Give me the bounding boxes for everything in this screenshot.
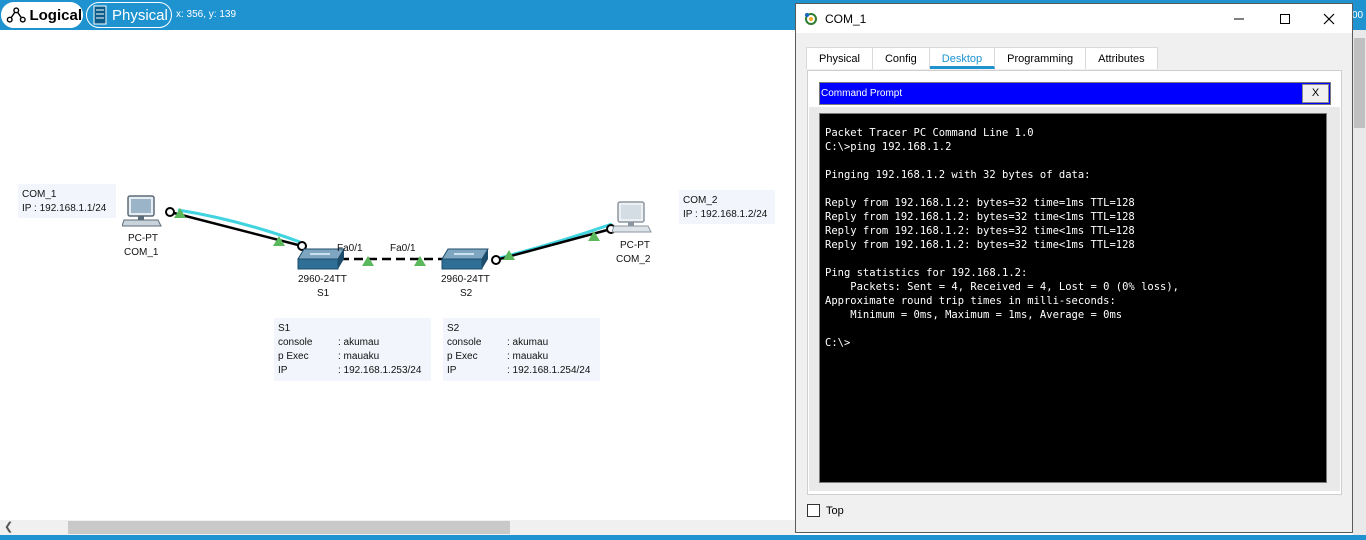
pc-icon <box>121 195 162 227</box>
s1-type-label: 2960-24TT <box>298 274 347 285</box>
maximize-button[interactable] <box>1262 4 1308 33</box>
console-frame: Packet Tracer PC Command Line 1.0 C:\>pi… <box>809 107 1340 491</box>
note-key: p Exec <box>278 350 309 362</box>
note-value: : akumau <box>338 336 380 348</box>
pc1-type-label: PC-PT <box>128 233 158 244</box>
note-key: IP <box>278 364 288 376</box>
note-s2[interactable]: S2 console : akumau p Exec : mauaku IP : 19… <box>443 318 600 381</box>
top-checkbox-label: Top <box>826 504 844 517</box>
rack-icon <box>93 5 107 25</box>
command-prompt-title: Command Prompt <box>821 88 903 99</box>
note-ip: IP : 192.168.1.2/24 <box>683 208 768 220</box>
pc1-name-label: COM_1 <box>124 247 159 258</box>
note-title: COM_1 <box>22 188 57 200</box>
pc2-device[interactable] <box>611 200 652 241</box>
packet-tracer-icon <box>805 13 817 25</box>
scrollbar-thumb[interactable] <box>1354 38 1365 128</box>
switch-s2-device[interactable] <box>440 245 490 276</box>
s2-port-label: Fa0/1 <box>390 243 416 254</box>
physical-view-button[interactable]: Physical <box>86 2 172 28</box>
logical-topology-icon <box>6 7 26 23</box>
desktop-panel: Command Prompt X Packet Tracer PC Comman… <box>807 70 1342 495</box>
note-key: p Exec <box>447 350 478 362</box>
command-prompt-titlebar: Command Prompt X <box>819 82 1331 105</box>
device-tabs: Physical Config Desktop Programming Attr… <box>806 47 1158 70</box>
note-com2[interactable]: COM_2 IP : 192.168.1.2/24 <box>679 190 775 224</box>
topology-links <box>165 207 616 266</box>
s1-port-label: Fa0/1 <box>337 243 363 254</box>
scrollbar-thumb[interactable] <box>68 521 510 534</box>
logical-view-label: Logical <box>29 6 82 24</box>
note-com1[interactable]: COM_1 IP : 192.168.1.1/24 <box>18 184 116 218</box>
note-key: console <box>447 336 482 348</box>
note-title: S2 <box>447 322 460 334</box>
link-endpoint <box>165 207 175 217</box>
note-value: : 192.168.1.253/24 <box>338 364 422 376</box>
pc2-name-label: COM_2 <box>616 254 651 265</box>
tab-desktop[interactable]: Desktop <box>929 47 996 69</box>
checkbox-box[interactable] <box>807 504 820 517</box>
link-endpoint <box>491 255 501 265</box>
note-ip: IP : 192.168.1.1/24 <box>22 202 107 214</box>
note-value: : mauaku <box>507 350 549 362</box>
note-value: : akumau <box>507 336 549 348</box>
port-status-up-icon <box>414 256 426 266</box>
minimize-icon <box>1234 18 1244 19</box>
tab-attributes[interactable]: Attributes <box>1086 47 1158 69</box>
note-key: console <box>278 336 313 348</box>
workspace-horizontal-scrollbar[interactable]: ❮ <box>0 520 795 535</box>
cable-pc1-s1[interactable] <box>169 210 303 248</box>
window-titlebar[interactable]: COM_1 <box>796 4 1352 33</box>
device-window-com1: COM_1 Physical Config Desktop Programmin… <box>795 3 1353 533</box>
command-prompt-console[interactable]: Packet Tracer PC Command Line 1.0 C:\>pi… <box>819 113 1327 483</box>
port-status-up-icon <box>362 256 374 266</box>
logical-view-button[interactable]: Logical <box>1 2 83 28</box>
cursor-coordinates: x: 356, y: 139 <box>176 9 237 20</box>
logical-workspace[interactable]: PC-PT COM_1 2960-24TT S1 Fa0/1 2960-24TT… <box>0 30 795 520</box>
scroll-left-icon[interactable]: ❮ <box>4 520 13 533</box>
note-key: IP <box>447 364 457 376</box>
right-vertical-scrollbar[interactable] <box>1353 30 1366 535</box>
console-output: Packet Tracer PC Command Line 1.0 C:\>pi… <box>825 127 1180 349</box>
pc2-type-label: PC-PT <box>620 240 650 251</box>
s2-type-label: 2960-24TT <box>441 274 490 285</box>
top-checkbox[interactable]: Top <box>807 504 844 517</box>
command-prompt-close-button[interactable]: X <box>1302 84 1329 103</box>
close-button[interactable] <box>1306 4 1352 33</box>
link-highlight-pc1-s1 <box>177 208 301 244</box>
maximize-icon <box>1280 13 1290 24</box>
s2-name-label: S2 <box>460 288 473 299</box>
note-title: COM_2 <box>683 194 718 206</box>
tab-config[interactable]: Config <box>872 47 930 69</box>
s1-name-label: S1 <box>317 288 330 299</box>
close-icon <box>1323 13 1335 24</box>
bottom-toolbar-strip <box>0 535 1366 540</box>
pc-icon <box>611 201 652 233</box>
note-title: S1 <box>278 322 291 334</box>
window-title: COM_1 <box>825 12 867 26</box>
tab-physical[interactable]: Physical <box>806 47 873 69</box>
pc1-device[interactable] <box>121 194 162 235</box>
note-value: : 192.168.1.254/24 <box>507 364 591 376</box>
note-s1[interactable]: S1 console : akumau p Exec : mauaku IP : 19… <box>274 318 431 381</box>
tab-programming[interactable]: Programming <box>995 47 1087 69</box>
right-edge-badge: 00 <box>1352 4 1366 28</box>
physical-view-label: Physical <box>112 6 168 24</box>
note-value: : mauaku <box>338 350 380 362</box>
minimize-button[interactable] <box>1216 4 1262 33</box>
switch-icon <box>441 248 489 270</box>
